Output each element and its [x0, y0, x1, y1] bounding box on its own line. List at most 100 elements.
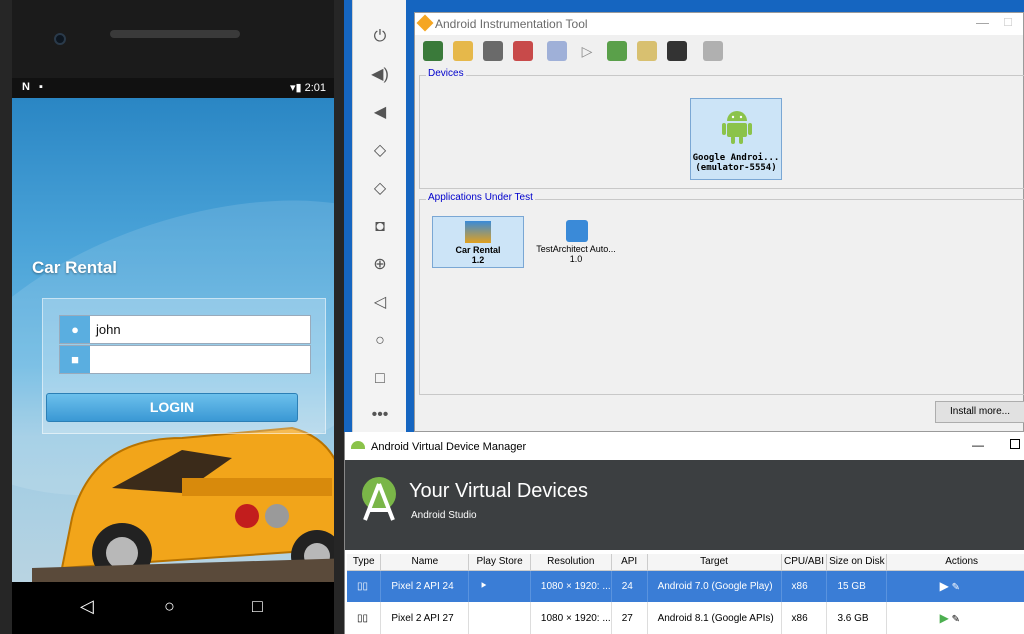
app-tile-car-rental[interactable]: Car Rental 1.2: [432, 216, 524, 268]
avd-cpu: x86: [781, 570, 828, 602]
username-value: john: [96, 322, 121, 337]
col-size[interactable]: Size on Disk: [826, 554, 888, 571]
avd-window-title: Android Virtual Device Manager: [371, 441, 527, 453]
avd-titlebar: Android Virtual Device Manager —: [345, 432, 1024, 460]
window-titlebar: Android Instrumentation Tool — ☐: [415, 13, 1023, 35]
uninstall-icon[interactable]: [513, 41, 533, 61]
window-title: Android Instrumentation Tool: [435, 17, 588, 31]
col-cpu[interactable]: CPU/ABI: [781, 554, 828, 571]
volume-up-icon[interactable]: ◀): [353, 56, 407, 94]
edit-icon[interactable]: ✎: [952, 582, 960, 593]
avd-target: Android 8.1 (Google APIs): [647, 602, 782, 634]
launch-icon[interactable]: ▶: [940, 579, 949, 593]
avd-cpu: x86: [781, 602, 828, 634]
phone-status-bar: N ▪ ▾▮ 2:01: [12, 78, 334, 98]
avd-size: 3.6 GB: [826, 602, 888, 634]
testarchitect-app-icon: [566, 220, 588, 242]
phone-type-icon: ▯▯: [347, 602, 382, 634]
android-studio-icon: [362, 477, 396, 521]
play-icon[interactable]: ▷: [577, 41, 597, 61]
app-name: Car Rental: [455, 245, 501, 255]
table-row[interactable]: ▯▯ Pixel 2 API 24 ⯈ 1080 × 1920: ... 24 …: [347, 570, 1024, 602]
edit-icon[interactable]: ✎: [952, 614, 960, 625]
rotate-left-icon[interactable]: ◇: [353, 132, 407, 170]
install-icon[interactable]: [483, 41, 503, 61]
app-name: TestArchitect Auto...: [536, 244, 616, 254]
col-actions[interactable]: Actions: [886, 554, 1024, 571]
back-icon[interactable]: ◁: [353, 284, 407, 322]
notification-icons: N ▪: [22, 81, 46, 93]
camera-icon: [54, 33, 66, 45]
col-name[interactable]: Name: [380, 554, 470, 571]
avd-resolution: 1080 × 1920: ...: [530, 570, 612, 602]
app-title: Car Rental: [32, 258, 118, 277]
device-id: (emulator-5554): [695, 163, 777, 173]
device-icon[interactable]: [423, 41, 443, 61]
avd-api: 24: [611, 570, 648, 602]
phone-nav-bar: ◁ ○ □: [12, 582, 334, 634]
minimize-button[interactable]: —: [972, 438, 984, 452]
refresh-icon[interactable]: [607, 41, 627, 61]
avd-heading: Your Virtual Devices: [409, 480, 588, 502]
car-rental-app: Car Rental ● john ■ LOGIN: [12, 98, 334, 582]
recents-icon[interactable]: □: [252, 596, 263, 617]
avd-header: Your Virtual Devices Android Studio: [345, 460, 1024, 550]
lock-icon: ■: [60, 346, 90, 373]
applications-group: Applications Under Test Car Rental 1.2 T…: [419, 192, 1024, 395]
android-head-icon: [351, 441, 365, 449]
app-logo-icon: [416, 14, 434, 32]
status-right: ▾▮ 2:01: [289, 82, 326, 94]
maximize-button[interactable]: ☐: [1003, 16, 1013, 29]
avd-name: Pixel 2 API 24: [380, 570, 470, 602]
login-button[interactable]: LOGIN: [46, 393, 298, 422]
avd-resolution: 1080 × 1920: ...: [530, 602, 612, 634]
avd-subheading: Android Studio: [411, 510, 477, 521]
emulator-toolbar: ⏻ ◀) ◀ ◇ ◇ ◘ ⊕ ◁ ○ □ •••: [352, 0, 406, 432]
speaker-grille: [110, 30, 240, 38]
tool-toolbar: ▷: [415, 35, 1023, 67]
home-icon[interactable]: ○: [353, 322, 407, 360]
col-play-store[interactable]: Play Store: [468, 554, 531, 571]
avd-size: 15 GB: [826, 570, 888, 602]
launch-icon[interactable]: ▶: [940, 611, 949, 625]
avd-target: Android 7.0 (Google Play): [647, 570, 782, 602]
car-rental-app-icon: [465, 221, 491, 243]
minimize-button[interactable]: —: [976, 15, 989, 30]
back-icon[interactable]: ◁: [80, 596, 94, 617]
power-icon[interactable]: ⏻: [353, 18, 407, 56]
more-icon[interactable]: •••: [353, 396, 407, 434]
home-icon[interactable]: ○: [164, 596, 175, 617]
android-icon: [722, 111, 752, 144]
app-version: 1.0: [569, 254, 583, 264]
app-version: 1.2: [471, 255, 485, 265]
devices-group: Devices Google Androi... (emulator-5554): [419, 68, 1024, 189]
table-row[interactable]: ▯▯ Pixel 2 API 27 1080 × 1920: ... 27 An…: [347, 602, 1024, 634]
inspector-icon[interactable]: [637, 41, 657, 61]
col-api[interactable]: API: [611, 554, 648, 571]
app-tile-testarchitect[interactable]: TestArchitect Auto... 1.0: [530, 216, 622, 268]
record-icon[interactable]: [547, 41, 567, 61]
log-icon[interactable]: [667, 41, 687, 61]
settings-icon[interactable]: [703, 41, 723, 61]
avd-manager-window: Android Virtual Device Manager — Your Vi…: [344, 432, 1024, 634]
status-time: 2:01: [304, 82, 326, 94]
maximize-button[interactable]: [1010, 439, 1020, 449]
col-target[interactable]: Target: [647, 554, 782, 571]
col-type[interactable]: Type: [347, 554, 382, 571]
device-tile[interactable]: Google Androi... (emulator-5554): [690, 98, 782, 180]
rotate-right-icon[interactable]: ◇: [353, 170, 407, 208]
app-icon[interactable]: [453, 41, 473, 61]
row-actions: ▶ ✎: [886, 602, 1024, 634]
zoom-icon[interactable]: ⊕: [353, 246, 407, 284]
row-actions: ▶ ✎: [886, 570, 1024, 602]
col-resolution[interactable]: Resolution: [530, 554, 612, 571]
screenshot-icon[interactable]: ◘: [353, 208, 407, 246]
password-field[interactable]: ■: [59, 345, 311, 374]
username-field[interactable]: ● john: [59, 315, 311, 344]
install-more-button[interactable]: Install more...: [935, 401, 1024, 423]
phone-type-icon: ▯▯: [347, 570, 382, 602]
volume-down-icon[interactable]: ◀: [353, 94, 407, 132]
play-store-icon: ⯈: [468, 570, 531, 602]
overview-icon[interactable]: □: [353, 360, 407, 398]
avd-table: Type Name Play Store Resolution API Targ…: [347, 554, 1024, 634]
